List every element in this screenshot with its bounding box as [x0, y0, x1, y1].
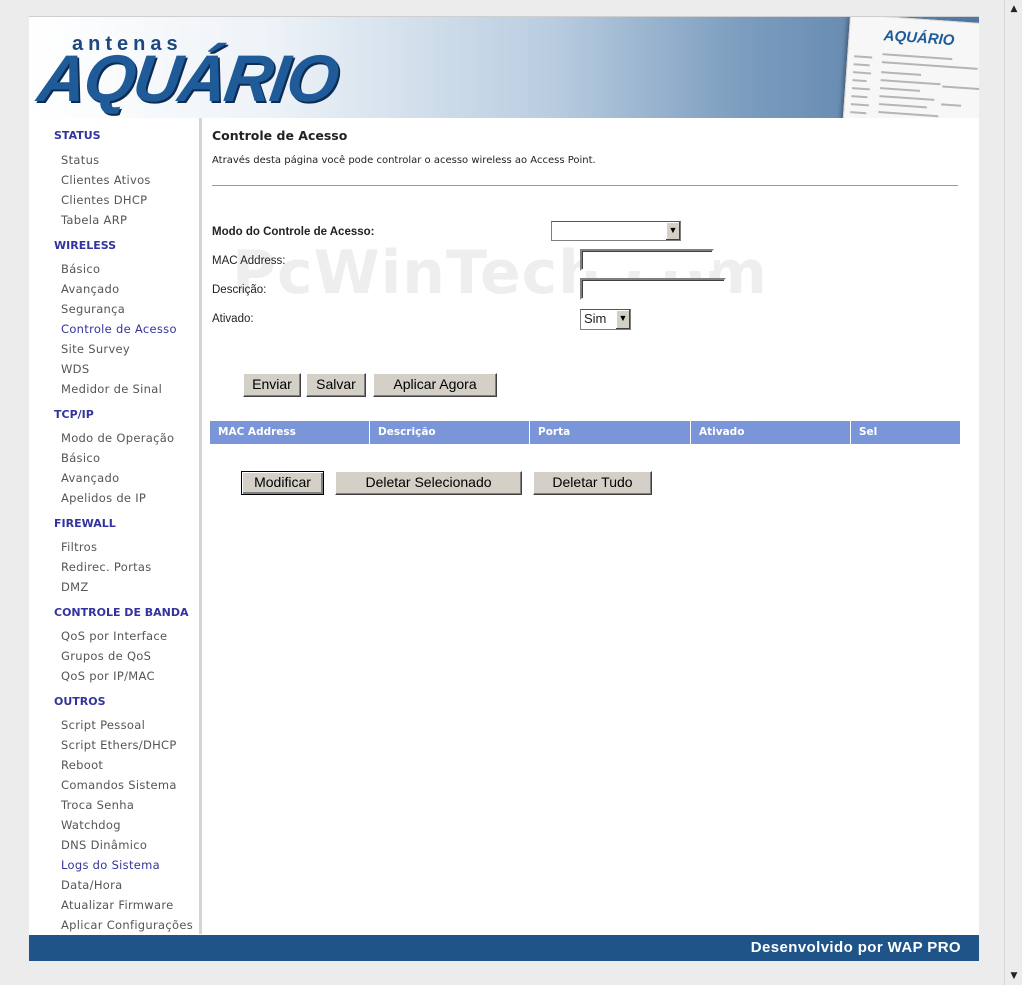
modify-button[interactable]: Modificar — [241, 471, 324, 495]
device-screenshot-image: AQUÁRIO — [842, 17, 979, 118]
column-select: Sel — [859, 426, 878, 438]
sidebar-section-tcpip: TCP/IP — [54, 408, 94, 421]
enabled-select-value: Sim — [584, 311, 607, 326]
save-button[interactable]: Salvar — [306, 373, 366, 397]
column-description: Descrição — [370, 421, 530, 444]
mode-select[interactable]: ▼ — [551, 221, 681, 241]
sidebar-item-medidor-de-sinal[interactable]: Medidor de Sinal — [61, 382, 162, 396]
delete-selected-button[interactable]: Deletar Selecionado — [335, 471, 522, 495]
enabled-select[interactable]: Sim ▼ — [580, 309, 631, 330]
sidebar-item-redirec-portas[interactable]: Redirec. Portas — [61, 560, 152, 574]
page-title: Controle de Acesso — [212, 128, 348, 143]
sidebar-section-firewall: FIREWALL — [54, 517, 116, 530]
send-button[interactable]: Enviar — [243, 373, 301, 397]
sidebar-item-dmz[interactable]: DMZ — [61, 580, 89, 594]
sidebar-item-site-survey[interactable]: Site Survey — [61, 342, 130, 356]
footer-bar: Desenvolvido por WAP PRO — [29, 935, 979, 961]
sidebar-item-qos-por-ip-mac[interactable]: QoS por IP/MAC — [61, 669, 155, 683]
column-mac-address: MAC Address — [210, 421, 370, 444]
apply-now-button[interactable]: Aplicar Agora — [373, 373, 497, 397]
sidebar-item-status[interactable]: Status — [61, 153, 99, 167]
sidebar-section-status: STATUS — [54, 129, 101, 142]
mac-address-input[interactable] — [580, 249, 714, 271]
sidebar-item-reboot[interactable]: Reboot — [61, 758, 103, 772]
sidebar-item-tcpip-basico[interactable]: Básico — [61, 451, 100, 465]
chevron-down-icon[interactable]: ▼ — [665, 222, 680, 240]
sidebar-item-troca-senha[interactable]: Troca Senha — [61, 798, 134, 812]
sidebar-section-wireless: WIRELESS — [54, 239, 117, 252]
sidebar-item-qos-por-interface[interactable]: QoS por Interface — [61, 629, 167, 643]
sidebar-item-dns-dinamico[interactable]: DNS Dinâmico — [61, 838, 147, 852]
sidebar-section-outros: OUTROS — [54, 695, 106, 708]
sidebar-item-script-ethers-dhcp[interactable]: Script Ethers/DHCP — [61, 738, 177, 752]
sidebar-item-tabela-arp[interactable]: Tabela ARP — [61, 213, 127, 227]
sidebar-item-wds[interactable]: WDS — [61, 362, 89, 376]
sidebar-section-controle-de-banda: CONTROLE DE BANDA — [54, 606, 189, 619]
description-label: Descrição: — [212, 284, 267, 296]
mode-label: Modo do Controle de Acesso: — [212, 226, 375, 238]
sidebar-item-wireless-avancado[interactable]: Avançado — [61, 282, 119, 296]
sidebar-item-filtros[interactable]: Filtros — [61, 540, 97, 554]
sidebar-item-aplicar-configuracoes[interactable]: Aplicar Configurações — [61, 918, 193, 932]
sidebar-item-grupos-de-qos[interactable]: Grupos de QoS — [61, 649, 151, 663]
access-table-header: MAC Address Descrição Porta Ativado Sel — [210, 421, 960, 444]
sidebar-item-logs-do-sistema[interactable]: Logs do Sistema — [61, 858, 160, 872]
brand-logo: AQUÁRIO — [33, 41, 342, 115]
column-enabled: Ativado — [691, 421, 851, 444]
scroll-up-icon[interactable]: ▲ — [1005, 1, 1022, 17]
sidebar-item-tcpip-avancado[interactable]: Avançado — [61, 471, 119, 485]
sidebar-item-modo-de-operacao[interactable]: Modo de Operação — [61, 431, 174, 445]
page-description: Através desta página você pode controlar… — [212, 155, 596, 166]
chevron-down-icon[interactable]: ▼ — [615, 310, 630, 329]
sidebar-item-controle-de-acesso[interactable]: Controle de Acesso — [61, 322, 177, 336]
sidebar-item-wireless-basico[interactable]: Básico — [61, 262, 100, 276]
sidebar-item-seguranca[interactable]: Segurança — [61, 302, 125, 316]
column-port: Porta — [530, 421, 691, 444]
description-input[interactable] — [580, 278, 726, 300]
sidebar-item-apelidos-de-ip[interactable]: Apelidos de IP — [61, 491, 146, 505]
enabled-label: Ativado: — [212, 313, 254, 325]
sidebar-item-data-hora[interactable]: Data/Hora — [61, 878, 123, 892]
divider — [212, 185, 958, 186]
page-frame: antenas AQUÁRIO AQUÁRIO STATUS Status Cl… — [29, 16, 979, 961]
scroll-down-icon[interactable]: ▼ — [1005, 968, 1022, 984]
screenshot-logo: AQUÁRIO — [883, 27, 955, 50]
sidebar-item-clientes-ativos[interactable]: Clientes Ativos — [61, 173, 151, 187]
main-content: PcWinTech.com Controle de Acesso Através… — [202, 118, 979, 934]
header-banner: antenas AQUÁRIO AQUÁRIO — [29, 17, 979, 118]
vertical-scrollbar[interactable]: ▲ ▼ — [1004, 0, 1022, 985]
delete-all-button[interactable]: Deletar Tudo — [533, 471, 652, 495]
sidebar-item-clientes-dhcp[interactable]: Clientes DHCP — [61, 193, 147, 207]
sidebar-item-comandos-sistema[interactable]: Comandos Sistema — [61, 778, 177, 792]
sidebar-menu: STATUS Status Clientes Ativos Clientes D… — [29, 118, 202, 934]
sidebar-item-atualizar-firmware[interactable]: Atualizar Firmware — [61, 898, 173, 912]
sidebar-item-script-pessoal[interactable]: Script Pessoal — [61, 718, 145, 732]
mac-address-label: MAC Address: — [212, 255, 286, 267]
sidebar-item-watchdog[interactable]: Watchdog — [61, 818, 121, 832]
